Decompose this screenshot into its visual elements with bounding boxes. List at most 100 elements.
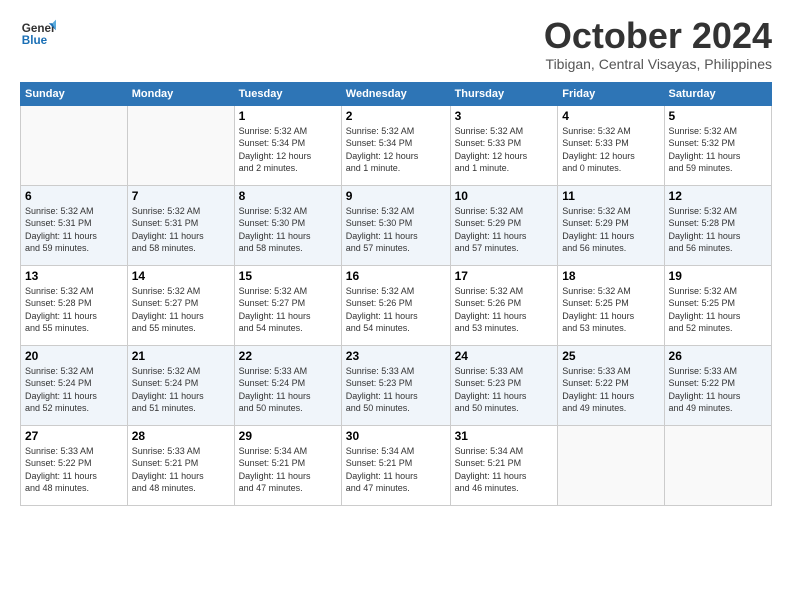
day-info: Sunrise: 5:32 AMSunset: 5:24 PMDaylight:… (25, 365, 123, 415)
calendar-cell: 21 Sunrise: 5:32 AMSunset: 5:24 PMDayligh… (127, 345, 234, 425)
day-number: 25 (562, 349, 659, 363)
day-info: Sunrise: 5:33 AMSunset: 5:23 PMDaylight:… (455, 365, 554, 415)
col-header-tuesday: Tuesday (234, 82, 341, 105)
calendar-cell: 22Sunrise: 5:33 AMSunset: 5:24 PMDayligh… (234, 345, 341, 425)
calendar-cell: 23 Sunrise: 5:33 AMSunset: 5:23 PMDayligh… (341, 345, 450, 425)
day-number: 14 (132, 269, 230, 283)
calendar-row: 1 Sunrise: 5:32 AMSunset: 5:34 PMDaylight… (21, 105, 772, 185)
month-title: October 2024 (544, 16, 772, 56)
day-info: Sunrise: 5:33 AMSunset: 5:21 PMDaylight:… (132, 445, 230, 495)
day-number: 13 (25, 269, 123, 283)
calendar-cell: 1 Sunrise: 5:32 AMSunset: 5:34 PMDaylight… (234, 105, 341, 185)
day-number: 19 (669, 269, 767, 283)
day-info: Sunrise: 5:32 AMSunset: 5:24 PMDaylight:… (132, 365, 230, 415)
col-header-monday: Monday (127, 82, 234, 105)
calendar-row: 13Sunrise: 5:32 AMSunset: 5:28 PMDayligh… (21, 265, 772, 345)
day-info: Sunrise: 5:34 AMSunset: 5:21 PMDaylight:… (455, 445, 554, 495)
calendar-cell: 26 Sunrise: 5:33 AMSunset: 5:22 PMDayligh… (664, 345, 771, 425)
day-number: 26 (669, 349, 767, 363)
calendar-cell: 12 Sunrise: 5:32 AMSunset: 5:28 PMDayligh… (664, 185, 771, 265)
calendar-cell: 30 Sunrise: 5:34 AMSunset: 5:21 PMDayligh… (341, 425, 450, 505)
day-info: Sunrise: 5:33 AMSunset: 5:23 PMDaylight:… (346, 365, 446, 415)
calendar-cell (127, 105, 234, 185)
calendar-cell: 20 Sunrise: 5:32 AMSunset: 5:24 PMDayligh… (21, 345, 128, 425)
calendar-cell (664, 425, 771, 505)
title-area: October 2024 Tibigan, Central Visayas, P… (544, 16, 772, 72)
day-number: 3 (455, 109, 554, 123)
day-info: Sunrise: 5:32 AMSunset: 5:31 PMDaylight:… (25, 205, 123, 255)
day-number: 17 (455, 269, 554, 283)
day-info: Sunrise: 5:34 AMSunset: 5:21 PMDaylight:… (239, 445, 337, 495)
day-info: Sunrise: 5:32 AMSunset: 5:27 PMDaylight:… (132, 285, 230, 335)
day-info: Sunrise: 5:32 AMSunset: 5:27 PMDaylight:… (239, 285, 337, 335)
day-number: 23 (346, 349, 446, 363)
calendar-cell: 19 Sunrise: 5:32 AMSunset: 5:25 PMDayligh… (664, 265, 771, 345)
calendar-cell: 7 Sunrise: 5:32 AMSunset: 5:31 PMDaylight… (127, 185, 234, 265)
day-number: 10 (455, 189, 554, 203)
day-info: Sunrise: 5:32 AMSunset: 5:30 PMDaylight:… (239, 205, 337, 255)
col-header-saturday: Saturday (664, 82, 771, 105)
day-info: Sunrise: 5:33 AMSunset: 5:22 PMDaylight:… (25, 445, 123, 495)
day-number: 20 (25, 349, 123, 363)
day-info: Sunrise: 5:32 AMSunset: 5:29 PMDaylight:… (455, 205, 554, 255)
calendar-cell (558, 425, 664, 505)
calendar-cell: 3 Sunrise: 5:32 AMSunset: 5:33 PMDaylight… (450, 105, 558, 185)
calendar-cell: 11Sunrise: 5:32 AMSunset: 5:29 PMDayligh… (558, 185, 664, 265)
day-number: 28 (132, 429, 230, 443)
calendar-cell: 14 Sunrise: 5:32 AMSunset: 5:27 PMDayligh… (127, 265, 234, 345)
day-info: Sunrise: 5:32 AMSunset: 5:34 PMDaylight:… (239, 125, 337, 175)
day-number: 6 (25, 189, 123, 203)
day-number: 21 (132, 349, 230, 363)
day-info: Sunrise: 5:32 AMSunset: 5:25 PMDaylight:… (669, 285, 767, 335)
day-info: Sunrise: 5:32 AMSunset: 5:32 PMDaylight:… (669, 125, 767, 175)
calendar-cell: 8Sunrise: 5:32 AMSunset: 5:30 PMDaylight… (234, 185, 341, 265)
day-info: Sunrise: 5:32 AMSunset: 5:31 PMDaylight:… (132, 205, 230, 255)
day-number: 2 (346, 109, 446, 123)
calendar-cell: 18Sunrise: 5:32 AMSunset: 5:25 PMDayligh… (558, 265, 664, 345)
day-number: 29 (239, 429, 337, 443)
logo-icon: General Blue (20, 16, 56, 52)
col-header-sunday: Sunday (21, 82, 128, 105)
day-info: Sunrise: 5:32 AMSunset: 5:26 PMDaylight:… (346, 285, 446, 335)
day-number: 9 (346, 189, 446, 203)
day-info: Sunrise: 5:34 AMSunset: 5:21 PMDaylight:… (346, 445, 446, 495)
day-number: 16 (346, 269, 446, 283)
day-info: Sunrise: 5:32 AMSunset: 5:33 PMDaylight:… (562, 125, 659, 175)
day-info: Sunrise: 5:33 AMSunset: 5:24 PMDaylight:… (239, 365, 337, 415)
day-number: 30 (346, 429, 446, 443)
day-number: 1 (239, 109, 337, 123)
calendar-cell: 25 Sunrise: 5:33 AMSunset: 5:22 PMDayligh… (558, 345, 664, 425)
day-number: 12 (669, 189, 767, 203)
header-row: SundayMondayTuesdayWednesdayThursdayFrid… (21, 82, 772, 105)
day-info: Sunrise: 5:32 AMSunset: 5:34 PMDaylight:… (346, 125, 446, 175)
col-header-thursday: Thursday (450, 82, 558, 105)
calendar-cell: 17Sunrise: 5:32 AMSunset: 5:26 PMDayligh… (450, 265, 558, 345)
calendar-cell (21, 105, 128, 185)
calendar-cell: 10 Sunrise: 5:32 AMSunset: 5:29 PMDayligh… (450, 185, 558, 265)
calendar-cell: 9 Sunrise: 5:32 AMSunset: 5:30 PMDaylight… (341, 185, 450, 265)
header: General Blue October 2024 Tibigan, Centr… (20, 16, 772, 72)
day-number: 24 (455, 349, 554, 363)
logo: General Blue (20, 16, 56, 52)
calendar-cell: 6 Sunrise: 5:32 AMSunset: 5:31 PMDaylight… (21, 185, 128, 265)
calendar-cell: 15Sunrise: 5:32 AMSunset: 5:27 PMDayligh… (234, 265, 341, 345)
calendar-cell: 13Sunrise: 5:32 AMSunset: 5:28 PMDayligh… (21, 265, 128, 345)
calendar-cell: 16 Sunrise: 5:32 AMSunset: 5:26 PMDayligh… (341, 265, 450, 345)
page: General Blue October 2024 Tibigan, Centr… (0, 0, 792, 516)
day-info: Sunrise: 5:32 AMSunset: 5:28 PMDaylight:… (669, 205, 767, 255)
col-header-friday: Friday (558, 82, 664, 105)
calendar-row: 20 Sunrise: 5:32 AMSunset: 5:24 PMDayligh… (21, 345, 772, 425)
calendar-cell: 27Sunrise: 5:33 AMSunset: 5:22 PMDayligh… (21, 425, 128, 505)
day-info: Sunrise: 5:33 AMSunset: 5:22 PMDaylight:… (669, 365, 767, 415)
calendar-cell: 31Sunrise: 5:34 AMSunset: 5:21 PMDayligh… (450, 425, 558, 505)
day-info: Sunrise: 5:33 AMSunset: 5:22 PMDaylight:… (562, 365, 659, 415)
day-number: 7 (132, 189, 230, 203)
day-number: 4 (562, 109, 659, 123)
day-info: Sunrise: 5:32 AMSunset: 5:33 PMDaylight:… (455, 125, 554, 175)
day-info: Sunrise: 5:32 AMSunset: 5:30 PMDaylight:… (346, 205, 446, 255)
day-info: Sunrise: 5:32 AMSunset: 5:29 PMDaylight:… (562, 205, 659, 255)
location-title: Tibigan, Central Visayas, Philippines (544, 56, 772, 72)
day-info: Sunrise: 5:32 AMSunset: 5:25 PMDaylight:… (562, 285, 659, 335)
calendar-cell: 2 Sunrise: 5:32 AMSunset: 5:34 PMDaylight… (341, 105, 450, 185)
calendar-cell: 24 Sunrise: 5:33 AMSunset: 5:23 PMDayligh… (450, 345, 558, 425)
